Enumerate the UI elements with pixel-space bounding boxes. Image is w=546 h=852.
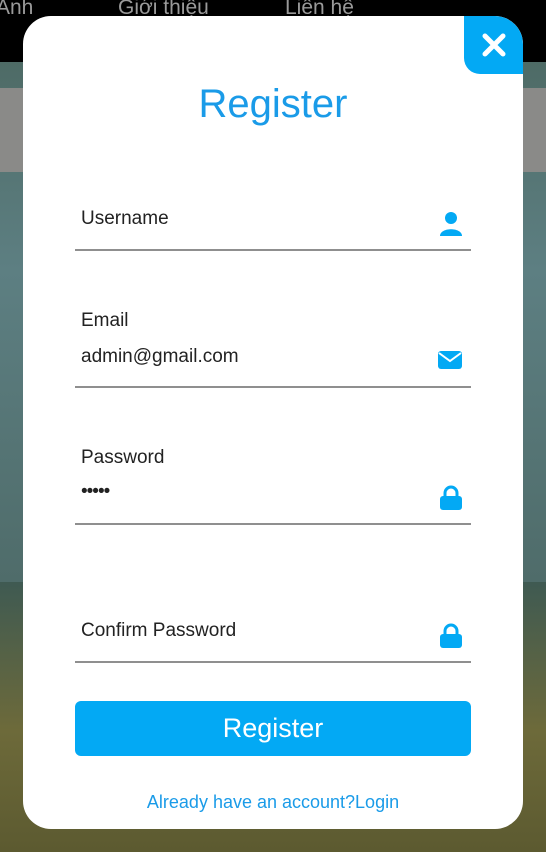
lock-icon <box>440 623 462 648</box>
password-field[interactable]: Password ••••• <box>75 433 471 525</box>
email-field[interactable]: Email admin@gmail.com <box>75 296 471 388</box>
register-button[interactable]: Register <box>75 701 471 756</box>
register-modal: Register Username Email admin@gmail.com … <box>23 16 523 829</box>
nav-item-anh[interactable]: Ảnh <box>0 0 33 20</box>
user-icon <box>440 212 462 236</box>
username-label: Username <box>81 208 169 229</box>
email-value: admin@gmail.com <box>81 346 239 367</box>
confirm-password-label: Confirm Password <box>81 620 237 641</box>
envelope-icon <box>438 351 462 369</box>
username-field[interactable]: Username <box>75 191 471 251</box>
confirm-password-field[interactable]: Confirm Password <box>75 571 471 663</box>
password-value: ••••• <box>81 481 110 502</box>
lock-icon <box>440 485 462 510</box>
modal-title: Register <box>198 82 348 126</box>
login-link[interactable]: Already have an account?Login <box>23 792 523 813</box>
email-label: Email <box>81 310 129 331</box>
close-button[interactable] <box>464 16 523 74</box>
close-icon <box>482 33 505 57</box>
password-label: Password <box>81 447 165 468</box>
